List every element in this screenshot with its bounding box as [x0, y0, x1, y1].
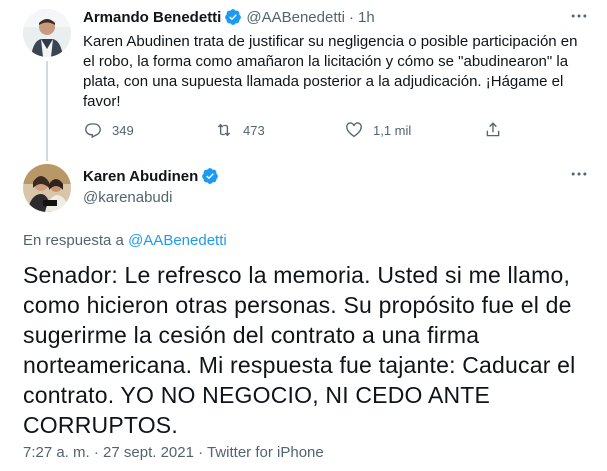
avatar-image — [23, 9, 71, 57]
meta-separator: · — [348, 8, 354, 26]
thread-connector-line — [46, 61, 48, 161]
main-more-options-button[interactable] — [569, 164, 589, 189]
retweet-icon — [217, 123, 231, 137]
tweet-time[interactable]: 1h — [358, 9, 375, 26]
avatar-karen-abudinen[interactable] — [23, 164, 71, 212]
reply-icon — [85, 123, 101, 139]
reply-button[interactable]: 349 — [84, 121, 134, 139]
author-name[interactable]: Armando Benedetti — [83, 9, 221, 26]
ellipsis-icon — [571, 14, 587, 18]
reply-context-prefix: En respuesta a — [23, 232, 129, 249]
main-author-handle[interactable]: @karenabudi — [83, 189, 172, 206]
main-tweet-text: Senador: Le refresco la memoria. Usted s… — [23, 262, 576, 438]
reply-context: En respuesta a @AABenedetti — [23, 232, 227, 249]
retweet-button[interactable]: 473 — [215, 121, 265, 139]
verified-badge-icon — [202, 168, 219, 184]
reply-count: 349 — [112, 122, 134, 138]
share-button[interactable] — [484, 121, 502, 139]
retweet-count: 473 — [243, 122, 265, 138]
avatar-image — [23, 164, 71, 212]
like-button[interactable]: 1,1 mil — [345, 121, 411, 139]
like-count: 1,1 mil — [373, 122, 412, 138]
avatar-armando-benedetti[interactable] — [23, 9, 71, 57]
main-author-name-row: Karen Abudinen — [83, 167, 219, 185]
tweet-timestamp[interactable]: 7:27 a. m. · 27 sept. 2021 · Twitter for… — [23, 444, 324, 461]
share-icon — [486, 122, 500, 137]
author-handle[interactable]: @AABenedetti — [246, 9, 345, 26]
heart-icon — [346, 122, 362, 138]
main-author-name[interactable]: Karen Abudinen — [83, 168, 198, 185]
ellipsis-icon — [571, 172, 587, 176]
parent-more-options-button[interactable] — [569, 6, 589, 31]
parent-tweet-text: Karen Abudinen trata de justificar su ne… — [83, 33, 578, 110]
verified-badge-icon — [225, 9, 242, 25]
parent-tweet-header: Armando Benedetti @AABenedetti · 1h — [83, 8, 375, 26]
reply-to-link[interactable]: @AABenedetti — [128, 232, 227, 249]
